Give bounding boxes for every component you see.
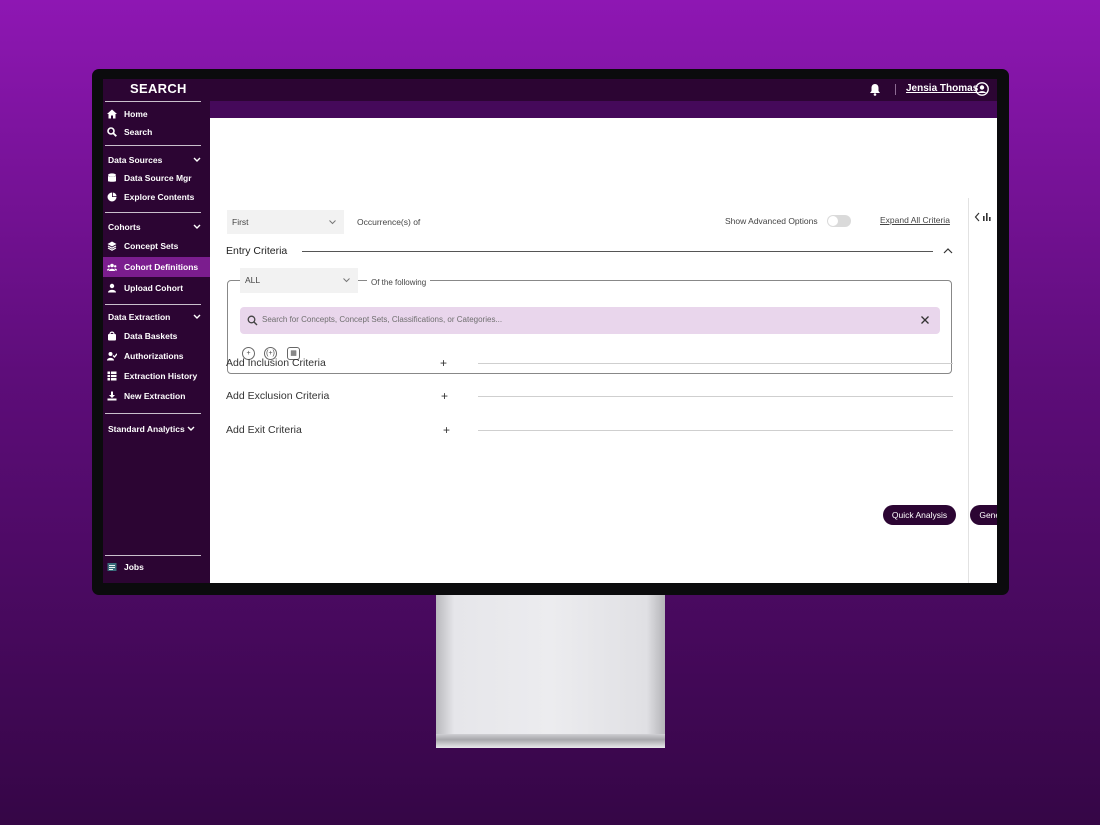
add-exclusion-plus-icon[interactable]: +	[441, 390, 448, 402]
entry-criteria-title: Entry Criteria	[226, 245, 288, 257]
sidebar-item-upload-cohort[interactable]: Upload Cohort	[103, 278, 210, 298]
pie-chart-icon	[107, 192, 117, 202]
user-check-icon	[107, 352, 117, 361]
sidebar-item-explore-contents[interactable]: Explore Contents	[103, 187, 210, 207]
sidebar-item-extraction-history[interactable]: Extraction History	[103, 366, 210, 386]
chevron-down-icon	[187, 426, 195, 431]
right-panel-divider	[968, 198, 969, 583]
search-icon	[247, 315, 258, 326]
section-standard-analytics[interactable]: Standard Analytics	[108, 421, 201, 437]
sidebar-item-label: Data Baskets	[124, 331, 178, 341]
toggle-knob	[828, 216, 838, 226]
chevron-up-icon[interactable]	[943, 247, 953, 254]
sidebar-item-new-extraction[interactable]: New Extraction	[103, 386, 210, 406]
user-avatar-icon[interactable]	[975, 82, 989, 96]
main-content: First Occurrence(s) of Show Advanced Opt…	[210, 118, 997, 583]
occurrence-select[interactable]: First	[227, 210, 344, 234]
sidebar-item-label: Cohort Definitions	[124, 262, 199, 272]
sidebar-item-label: Explore Contents	[124, 192, 195, 202]
sidebar-item-label: Extraction History	[124, 371, 198, 381]
top-bar: SEARCH Jensia Thomas	[103, 79, 997, 101]
sidebar-item-label: Concept Sets	[124, 241, 179, 251]
sidebar-item-label: Data Source Mgr	[124, 173, 192, 183]
sidebar-divider	[105, 101, 201, 102]
upload-user-icon	[108, 283, 116, 293]
sidebar-divider	[105, 212, 201, 213]
section-cohorts[interactable]: Cohorts	[108, 219, 201, 235]
chevron-down-icon	[193, 314, 201, 319]
close-icon[interactable]	[920, 315, 930, 325]
chevron-down-icon	[343, 278, 350, 283]
topbar-divider	[895, 84, 896, 95]
sidebar-item-authorizations[interactable]: Authorizations	[103, 346, 210, 366]
sidebar-item-concept-sets[interactable]: Concept Sets	[103, 236, 210, 256]
advanced-options-label: Show Advanced Options	[725, 216, 818, 226]
user-name-link[interactable]: Jensia Thomas	[906, 83, 978, 94]
sidebar-item-label: Search	[124, 127, 153, 137]
advanced-options-toggle[interactable]	[827, 215, 851, 227]
sidebar-item-label: Authorizations	[124, 351, 184, 361]
expand-all-criteria-link[interactable]: Expand All Criteria	[880, 215, 950, 225]
entry-criteria-divider	[302, 251, 933, 252]
basket-icon	[108, 331, 116, 341]
layers-icon	[107, 241, 117, 251]
match-type-value: ALL	[245, 275, 261, 285]
section-label: Standard Analytics	[108, 424, 185, 434]
sidebar-item-label: Home	[124, 109, 148, 119]
section-data-sources[interactable]: Data Sources	[108, 152, 201, 168]
add-exit-plus-icon[interactable]: +	[443, 424, 450, 436]
app-title: SEARCH	[130, 81, 187, 96]
sidebar-item-jobs[interactable]: Jobs	[103, 557, 210, 577]
sidebar-divider	[105, 555, 201, 556]
header-strip	[210, 101, 997, 118]
quick-analysis-button[interactable]: Quick Analysis	[883, 505, 956, 525]
occurrence-label: Occurrence(s) of	[357, 217, 421, 227]
exit-divider	[478, 430, 953, 431]
sidebar-item-label: Jobs	[124, 562, 144, 572]
add-inclusion-plus-icon[interactable]: +	[440, 357, 447, 369]
bell-icon[interactable]	[869, 83, 881, 96]
monitor-stand-foot	[436, 734, 665, 748]
exclusion-divider	[478, 396, 953, 397]
sidebar-item-label: New Extraction	[124, 391, 186, 401]
search-icon	[107, 127, 117, 137]
section-data-extraction[interactable]: Data Extraction	[108, 309, 201, 325]
sidebar-divider	[105, 304, 201, 305]
add-exit-criteria-label: Add Exit Criteria	[226, 424, 302, 436]
sidebar-divider	[105, 145, 201, 146]
search-placeholder: Search for Concepts, Concept Sets, Class…	[262, 315, 503, 324]
table-icon	[107, 371, 117, 381]
section-label: Cohorts	[108, 222, 141, 232]
occurrence-select-value: First	[232, 217, 249, 227]
jobs-icon	[107, 563, 117, 571]
chevron-down-icon	[193, 224, 201, 229]
add-exclusion-criteria-label: Add Exclusion Criteria	[226, 390, 330, 402]
home-icon	[107, 109, 117, 119]
generate-cohort-button[interactable]: Generate Cohort	[970, 505, 997, 525]
inclusion-divider	[478, 363, 953, 364]
section-label: Data Sources	[108, 155, 163, 165]
chevron-down-icon	[193, 157, 201, 162]
monitor-stand	[436, 595, 665, 748]
database-icon	[108, 173, 116, 182]
match-type-select[interactable]: ALL	[240, 268, 358, 293]
sidebar-item-cohort-definitions[interactable]: Cohort Definitions	[103, 257, 210, 277]
chart-panel-toggle-icon[interactable]	[974, 211, 994, 223]
section-label: Data Extraction	[108, 312, 171, 322]
users-icon	[107, 263, 117, 271]
sidebar-item-label: Upload Cohort	[124, 283, 184, 293]
sidebar-divider	[105, 413, 201, 414]
sidebar-item-data-source-mgr[interactable]: Data Source Mgr	[103, 168, 210, 188]
add-inclusion-criteria-label: Add Inclusion Criteria	[226, 357, 326, 369]
chevron-down-icon	[329, 220, 336, 225]
sidebar-item-home[interactable]: Home	[103, 104, 210, 124]
app-screen: SEARCH Jensia Thomas Home Search Data So…	[103, 79, 997, 583]
download-icon	[107, 391, 117, 401]
of-the-following-label: Of the following	[367, 278, 431, 287]
sidebar: Home Search Data Sources Data Source Mgr…	[103, 101, 210, 583]
concept-search-input[interactable]: Search for Concepts, Concept Sets, Class…	[240, 307, 940, 334]
sidebar-item-data-baskets[interactable]: Data Baskets	[103, 326, 210, 346]
sidebar-item-search[interactable]: Search	[103, 122, 210, 142]
